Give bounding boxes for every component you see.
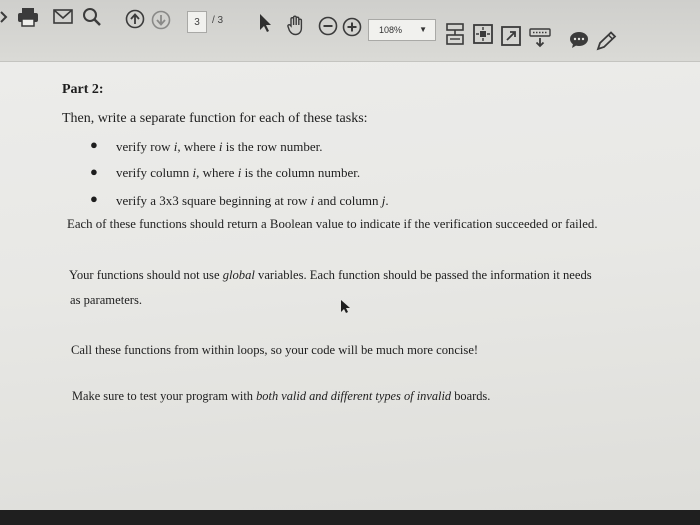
keyboard-icon[interactable] xyxy=(528,27,552,49)
bullet-verify-row: verify row i, where i is the row number. xyxy=(116,139,323,154)
bullet-marker: ● xyxy=(90,137,98,152)
pen-icon[interactable] xyxy=(594,30,618,52)
global-note-continued: as parameters. xyxy=(70,293,143,307)
test-note: Make sure to test your program with both… xyxy=(72,389,491,403)
zoom-in-icon[interactable] xyxy=(341,16,363,38)
page-up-icon[interactable] xyxy=(124,8,146,30)
monitor-bezel xyxy=(0,510,700,525)
bullet-verify-square: verify a 3x3 square beginning at row i a… xyxy=(116,193,389,208)
print-icon[interactable] xyxy=(16,6,40,28)
loops-note: Call these functions from within loops, … xyxy=(71,343,479,357)
pdf-toolbar: 3 / 3 108% ▼ xyxy=(0,0,700,62)
intro-text: Then, write a separate function for each… xyxy=(62,111,368,126)
read-mode-icon[interactable] xyxy=(444,22,466,46)
part-heading: Part 2: xyxy=(62,82,104,97)
email-icon[interactable] xyxy=(52,7,74,25)
zoom-out-icon[interactable] xyxy=(317,15,339,37)
bullet-verify-column: verify column i, where i is the column n… xyxy=(116,165,361,180)
page-down-icon[interactable] xyxy=(150,9,172,31)
search-icon[interactable] xyxy=(80,5,104,29)
bullet-marker: ● xyxy=(90,164,98,179)
zoom-select[interactable]: 108% ▼ xyxy=(368,19,436,41)
chevron-down-icon: ▼ xyxy=(419,25,427,34)
page-total: / 3 xyxy=(212,15,224,26)
fullscreen-icon[interactable] xyxy=(500,25,522,47)
fit-page-icon[interactable] xyxy=(472,23,494,45)
hand-icon[interactable] xyxy=(284,13,308,37)
return-note: Each of these functions should return a … xyxy=(67,217,598,231)
comment-icon[interactable] xyxy=(568,30,590,50)
page-number-input[interactable]: 3 xyxy=(187,11,207,33)
document-page: Part 2: Then, write a separate function … xyxy=(0,62,700,510)
zoom-value: 108% xyxy=(379,25,403,35)
back-icon[interactable] xyxy=(0,8,10,26)
global-note: Your functions should not use global var… xyxy=(69,268,592,282)
bullet-marker: ● xyxy=(90,191,98,206)
mouse-cursor-icon xyxy=(338,298,352,314)
pointer-icon[interactable] xyxy=(256,12,274,34)
